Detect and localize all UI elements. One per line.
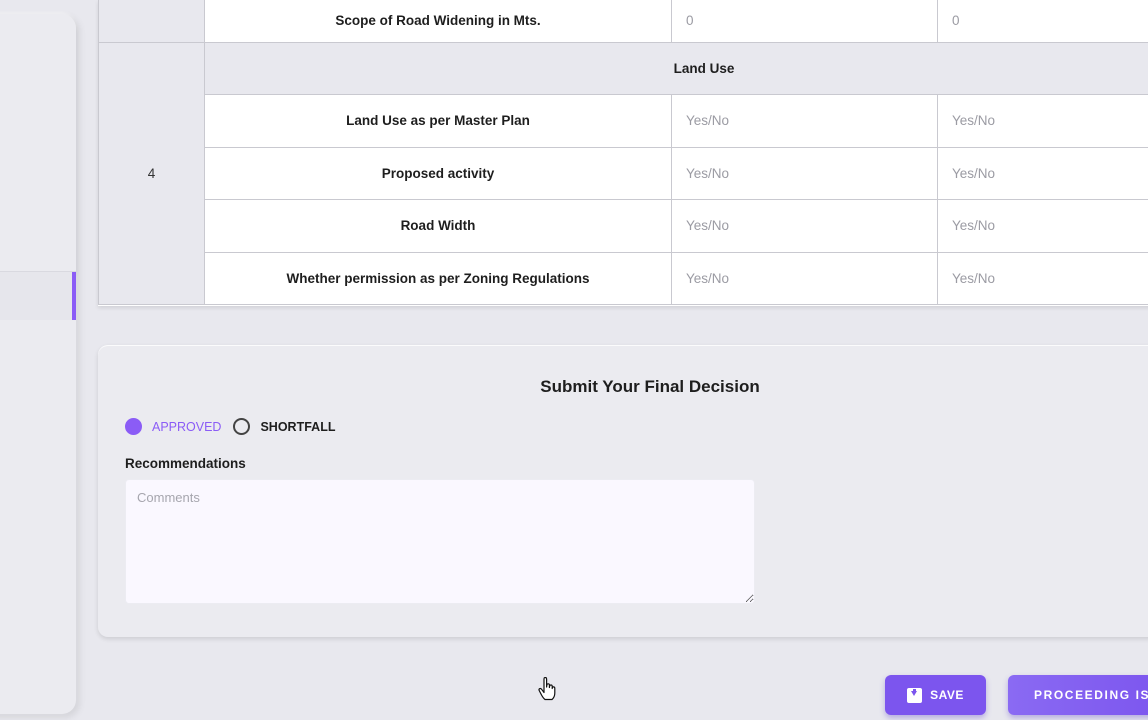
checklist-table: Scope of Road Widening in Mts. 0 0 4 Lan…	[98, 0, 1148, 306]
value-cell[interactable]: Yes/No	[671, 251, 938, 305]
final-decision-card: Submit Your Final Decision APPROVED SHOR…	[98, 345, 1148, 637]
row-label: Road Width	[204, 199, 672, 253]
value-cell[interactable]: Yes/No	[937, 146, 1148, 200]
row-label: Whether permission as per Zoning Regulat…	[204, 251, 672, 305]
value-cell[interactable]: Yes/No	[937, 251, 1148, 305]
table-row: Proposed activity Yes/No Yes/No	[99, 146, 1148, 200]
radio-label: SHORTFALL	[260, 419, 336, 434]
value-cell[interactable]: 0	[937, 0, 1148, 43]
radio-label: APPROVED	[152, 419, 222, 434]
table-row: Road Width Yes/No Yes/No	[99, 199, 1148, 253]
section-row: 4 Land Use	[98, 41, 1148, 305]
section-title: Land Use	[204, 41, 1148, 95]
serial-number: 4	[98, 41, 205, 305]
radio-approved[interactable]: APPROVED	[125, 418, 221, 435]
value-cell[interactable]: Yes/No	[671, 94, 938, 148]
value-cell[interactable]: Yes/No	[937, 199, 1148, 253]
value-cell[interactable]: Yes/No	[937, 94, 1148, 148]
sidebar-active-item[interactable]	[0, 272, 76, 320]
proceeding-button-label: PROCEEDING ISS	[1034, 688, 1148, 702]
save-button-label: SAVE	[930, 688, 964, 702]
radio-shortfall[interactable]: SHORTFALL	[233, 418, 335, 435]
sidebar-section	[0, 14, 76, 272]
value-cell[interactable]: Yes/No	[671, 146, 938, 200]
decision-title: Submit Your Final Decision	[540, 377, 760, 396]
row-label: Proposed activity	[204, 146, 672, 200]
recommendations-label: Recommendations	[125, 456, 246, 471]
sidebar	[0, 14, 76, 714]
decision-radio-group: APPROVED SHORTFALL	[125, 418, 347, 435]
comments-textarea[interactable]	[125, 479, 755, 604]
table-row: Land Use as per Master Plan Yes/No Yes/N…	[99, 94, 1148, 148]
value-cell[interactable]: 0	[671, 0, 938, 43]
radio-checked-icon[interactable]	[125, 418, 142, 435]
hand-pointer-icon	[538, 676, 556, 705]
table-row: Whether permission as per Zoning Regulat…	[99, 251, 1148, 305]
radio-unchecked-icon[interactable]	[233, 418, 251, 435]
table-row: Scope of Road Widening in Mts. 0 0	[98, 0, 1148, 43]
row-label: Scope of Road Widening in Mts.	[204, 0, 672, 43]
value-cell[interactable]: Yes/No	[671, 199, 938, 253]
save-icon	[907, 687, 923, 703]
serial-cell	[98, 0, 205, 43]
proceeding-issue-button[interactable]: PROCEEDING ISS	[1008, 675, 1148, 715]
save-button[interactable]: SAVE	[885, 675, 986, 715]
row-label: Land Use as per Master Plan	[204, 94, 672, 148]
